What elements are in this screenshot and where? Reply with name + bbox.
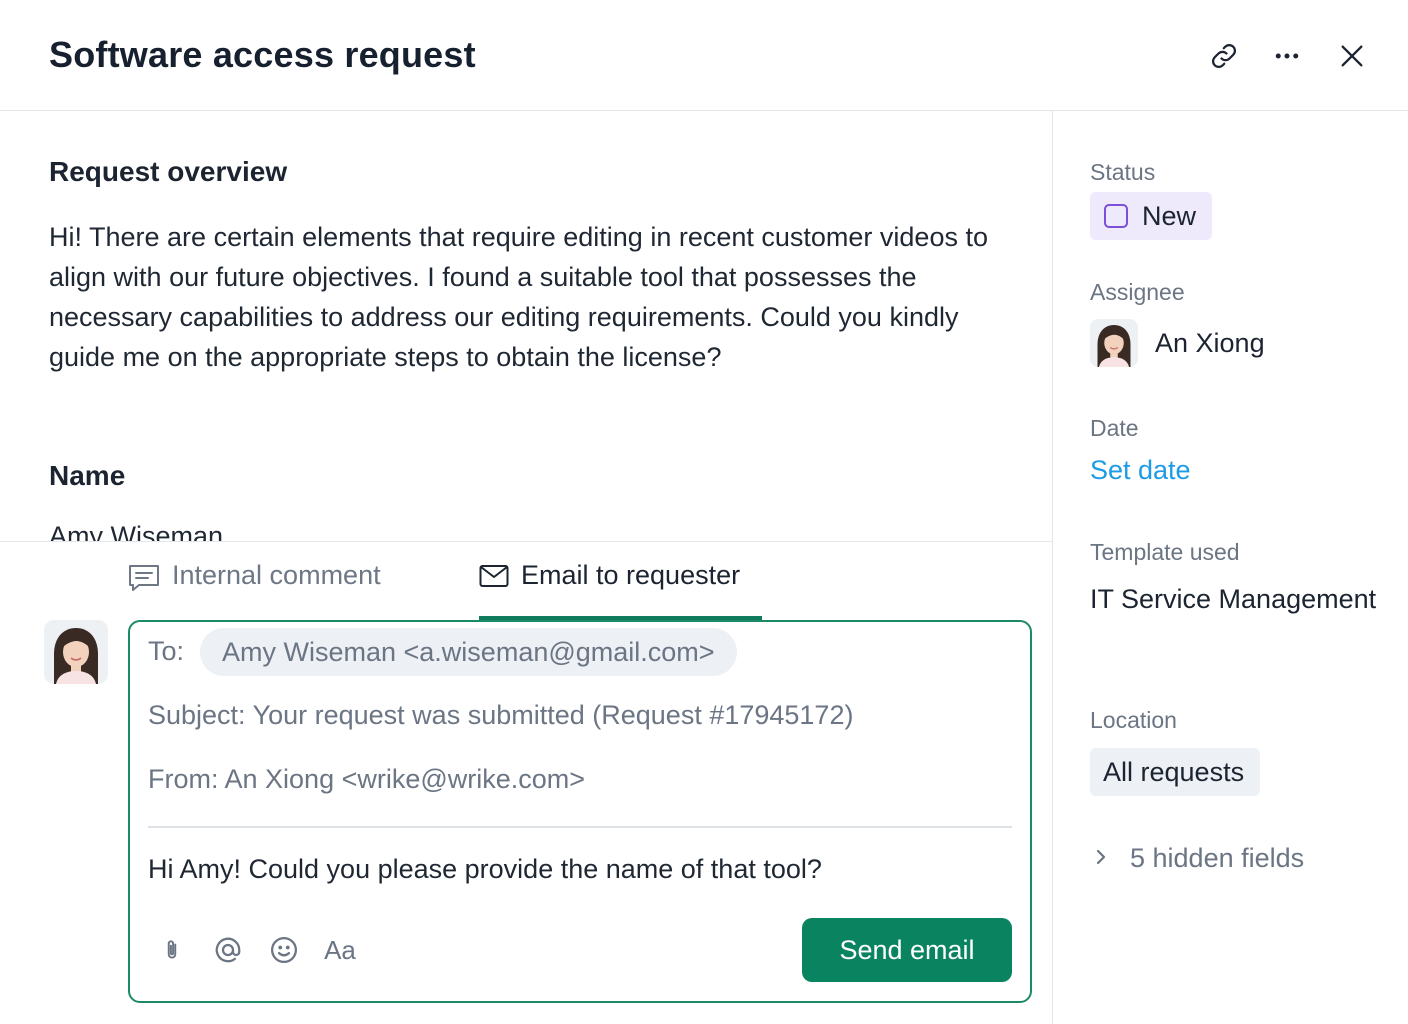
composer: Internal comment Email to requester To: … xyxy=(0,542,1053,1024)
name-heading: Name xyxy=(49,460,126,491)
template-value: IT Service Management xyxy=(1090,584,1377,614)
emoji-icon[interactable] xyxy=(266,932,302,968)
more-icon[interactable] xyxy=(1267,36,1307,76)
properties-sidebar: Status New Assignee An Xiong Date Set da… xyxy=(1054,111,1408,1024)
template-label: Template used xyxy=(1090,539,1240,565)
from-field[interactable]: From: An Xiong <wrike@wrike.com> xyxy=(148,764,585,795)
tab-internal-comment[interactable]: Internal comment xyxy=(128,560,381,620)
assignee-label: Assignee xyxy=(1090,279,1185,305)
overview-heading: Request overview xyxy=(49,156,288,187)
text-format-icon[interactable]: Aa xyxy=(322,932,358,968)
date-label: Date xyxy=(1090,415,1139,441)
email-editor[interactable]: To: Amy Wiseman <a.wiseman@gmail.com> Su… xyxy=(128,620,1032,1003)
link-icon[interactable] xyxy=(1204,36,1244,76)
close-icon[interactable] xyxy=(1332,36,1372,76)
recipient-chip[interactable]: Amy Wiseman <a.wiseman@gmail.com> xyxy=(200,628,737,676)
editor-divider xyxy=(148,826,1012,828)
avatar xyxy=(44,620,108,684)
tab-label: Internal comment xyxy=(172,560,381,590)
mail-icon xyxy=(479,564,509,595)
location-label: Location xyxy=(1090,707,1177,733)
status-icon xyxy=(1104,204,1128,228)
request-details: Request overview Hi! There are certain e… xyxy=(0,111,1053,541)
attachment-icon[interactable] xyxy=(154,932,190,968)
assignee-name: An Xiong xyxy=(1155,327,1265,358)
page-title: Software access request xyxy=(49,34,476,75)
chevron-right-icon xyxy=(1094,843,1108,874)
set-date-link[interactable]: Set date xyxy=(1090,455,1191,486)
assignee-selector[interactable]: An Xiong xyxy=(1090,319,1265,367)
status-badge[interactable]: New xyxy=(1090,192,1213,240)
message-input[interactable]: Hi Amy! Could you please provide the nam… xyxy=(148,854,822,885)
name-value: Amy Wiseman xyxy=(49,521,224,541)
overview-text: Hi! There are certain elements that requ… xyxy=(49,222,988,372)
location-badge[interactable]: All requests xyxy=(1090,748,1261,796)
panel-header: Software access request xyxy=(0,0,1408,111)
hidden-fields-toggle[interactable]: 5 hidden fields xyxy=(1094,843,1304,874)
tab-email-to-requester[interactable]: Email to requester xyxy=(479,560,740,620)
avatar xyxy=(1090,319,1138,367)
subject-field[interactable]: Subject: Your request was submitted (Req… xyxy=(148,700,853,731)
mention-icon[interactable] xyxy=(210,932,246,968)
to-label: To: xyxy=(148,636,185,666)
status-value: New xyxy=(1142,200,1197,231)
comment-icon xyxy=(128,564,160,599)
tab-label: Email to requester xyxy=(521,560,741,590)
status-label: Status xyxy=(1090,159,1156,185)
send-email-button[interactable]: Send email xyxy=(802,918,1012,982)
hidden-fields-label: 5 hidden fields xyxy=(1130,843,1305,873)
